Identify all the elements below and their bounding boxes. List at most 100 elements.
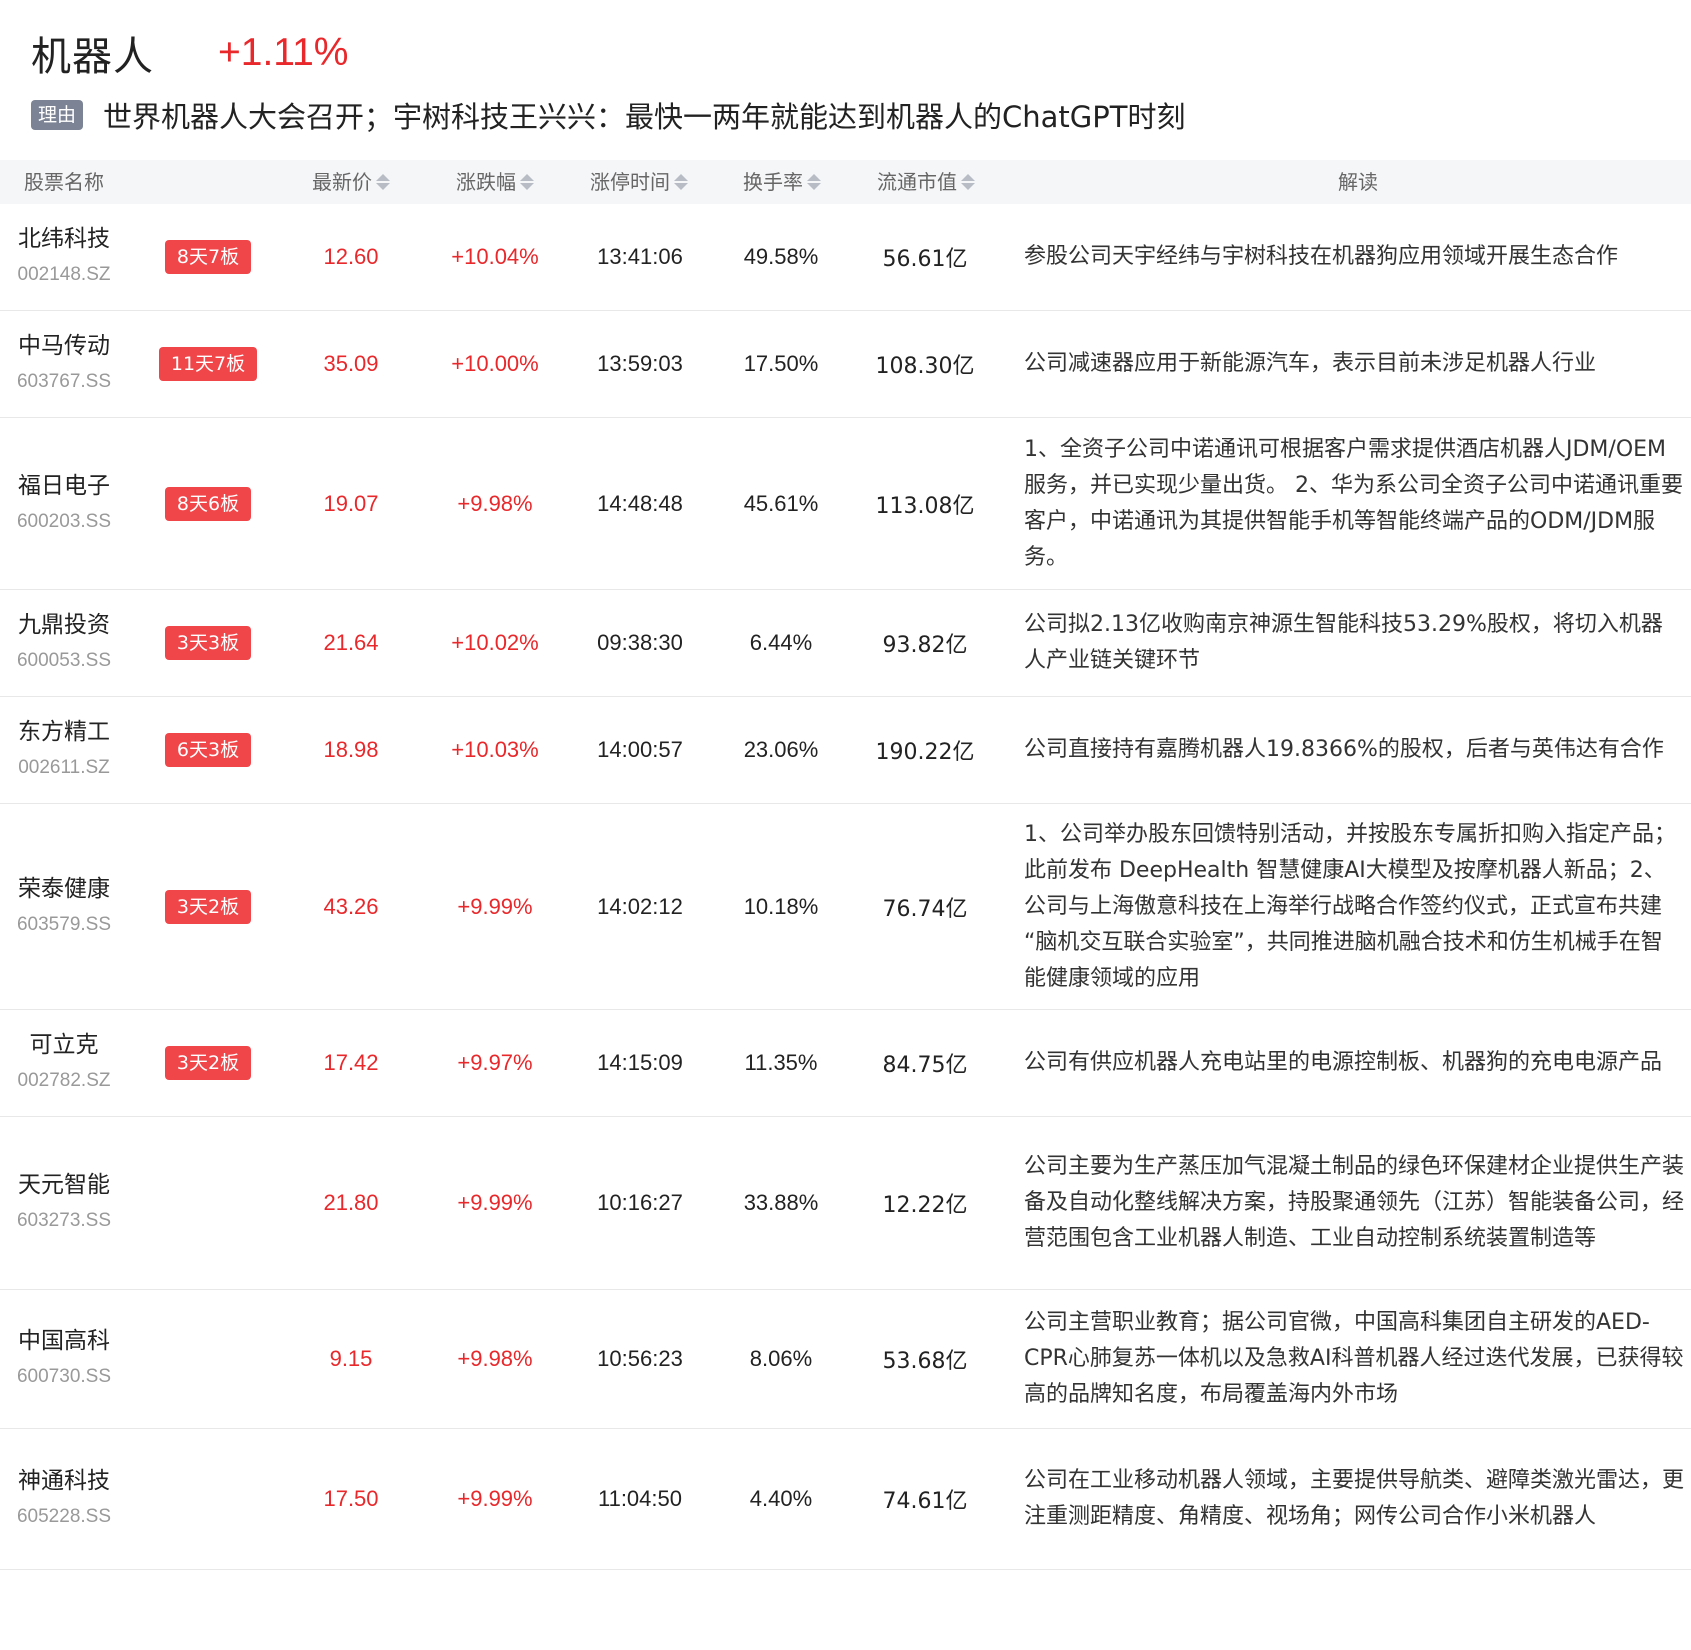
limit-up-time: 11:04:50 (597, 1486, 682, 1511)
turnover-rate: 4.40% (749, 1486, 813, 1511)
stock-reason-text: 公司有供应机器人充电站里的电源控制板、机器狗的充电电源产品 (1024, 1050, 1663, 1075)
board-tag-cell: 8天7板 (148, 204, 268, 310)
col-header-turnover[interactable]: 换手率 (743, 160, 821, 204)
change-percent: +9.98% (457, 490, 533, 516)
change-percent: +9.99% (457, 1486, 533, 1511)
turnover-rate: 33.88% (743, 1190, 819, 1215)
col-header-desc-label: 解读 (1338, 170, 1378, 194)
table-row[interactable]: 神通科技 605228.SS 17.50 +9.99% 11:04:50 4.4… (0, 1429, 1691, 1570)
limit-up-time: 10:16:27 (597, 1190, 683, 1215)
limit-up-time: 14:48:48 (597, 490, 683, 516)
table-row[interactable]: 东方精工 002611.SZ 6天3板 18.98 +10.03% 14:00:… (0, 697, 1691, 804)
stock-name-cell[interactable]: 东方精工 002611.SZ (8, 697, 120, 803)
turnover-rate: 17.50% (743, 351, 819, 376)
stock-name-cell[interactable]: 九鼎投资 600053.SS (8, 590, 120, 696)
stock-name[interactable]: 神通科技 (18, 1466, 110, 1496)
latest-price: 17.50 (323, 1486, 379, 1511)
stock-name-cell[interactable]: 可立克 002782.SZ (8, 1010, 120, 1116)
stock-reason-text: 公司主营职业教育；据公司官微，中国高科集团自主研发的AED-CPR心肺复苏一体机… (1024, 1310, 1684, 1407)
sort-icon[interactable] (674, 174, 688, 190)
float-market-cap: 12.22亿 (882, 1193, 968, 1218)
stock-sector-page: 机器人 +1.11% 理由 世界机器人大会召开；宇树科技王兴兴：最快一两年就能达… (0, 0, 1691, 1650)
float-market-cap: 53.68亿 (882, 1349, 968, 1374)
stock-reason: 公司直接持有嘉腾机器人19.8366%的股权，后者与英伟达有合作 (1024, 697, 1684, 803)
change-percent: +9.99% (457, 893, 533, 919)
stock-code: 603767.SS (16, 371, 112, 392)
change-percent: +9.98% (457, 1346, 533, 1371)
board-tag-cell (148, 1429, 268, 1569)
table-row[interactable]: 可立克 002782.SZ 3天2板 17.42 +9.97% 14:15:09… (0, 1010, 1691, 1117)
stock-reason: 1、公司举办股东回馈特别活动，并按股东专属折扣购入指定产品；此前发布 DeepH… (1024, 804, 1684, 1009)
stock-reason-text: 参股公司天宇经纬与宇树科技在机器狗应用领域开展生态合作 (1024, 244, 1619, 269)
stock-code: 603273.SS (16, 1210, 112, 1231)
col-header-name-label: 股票名称 (24, 170, 104, 194)
stock-reason: 公司在工业移动机器人领域，主要提供导航类、避障类激光雷达，更注重测距精度、角精度… (1024, 1429, 1684, 1569)
stock-name-cell[interactable]: 福日电子 600203.SS (8, 418, 120, 589)
stock-code: 605228.SS (16, 1506, 112, 1527)
stock-code: 600053.SS (16, 650, 112, 671)
table-row[interactable]: 荣泰健康 603579.SS 3天2板 43.26 +9.99% 14:02:1… (0, 804, 1691, 1010)
latest-price: 17.42 (323, 1050, 379, 1075)
stock-reason: 公司主营职业教育；据公司官微，中国高科集团自主研发的AED-CPR心肺复苏一体机… (1024, 1290, 1684, 1428)
latest-price: 21.80 (323, 1190, 379, 1215)
stock-name[interactable]: 中马传动 (18, 331, 110, 361)
board-tag-cell: 3天2板 (148, 1010, 268, 1116)
stock-name-cell[interactable]: 天元智能 603273.SS (8, 1117, 120, 1289)
stock-name-cell[interactable]: 神通科技 605228.SS (8, 1429, 120, 1569)
reason-text: 世界机器人大会召开；宇树科技王兴兴：最快一两年就能达到机器人的ChatGPT时刻 (103, 100, 1186, 134)
float-market-cap: 113.08亿 (875, 493, 975, 519)
table-body: 北纬科技 002148.SZ 8天7板 12.60 +10.04% 13:41:… (0, 204, 1691, 1570)
stock-name[interactable]: 东方精工 (18, 717, 110, 747)
stock-name[interactable]: 荣泰健康 (18, 874, 110, 904)
col-header-limit-time[interactable]: 涨停时间 (590, 160, 688, 204)
stock-name-cell[interactable]: 中国高科 600730.SS (8, 1290, 120, 1428)
col-header-change-label: 涨跌幅 (456, 170, 516, 194)
stock-name[interactable]: 福日电子 (18, 471, 110, 501)
stock-name-cell[interactable]: 中马传动 603767.SS (8, 311, 120, 417)
col-header-change[interactable]: 涨跌幅 (456, 160, 534, 204)
stock-code: 002782.SZ (17, 1070, 111, 1091)
stock-table: 股票名称 最新价 涨跌幅 涨停时间 换手率 流通市值 解读 北纬科技 00214… (0, 160, 1691, 1570)
col-header-price[interactable]: 最新价 (312, 160, 390, 204)
board-tag: 3天2板 (164, 1046, 252, 1080)
turnover-rate: 6.44% (749, 630, 813, 655)
stock-code: 002148.SZ (17, 264, 111, 285)
table-header: 股票名称 最新价 涨跌幅 涨停时间 换手率 流通市值 解读 (0, 160, 1691, 204)
col-header-name: 股票名称 (24, 160, 104, 204)
table-row[interactable]: 中国高科 600730.SS 9.15 +9.98% 10:56:23 8.06… (0, 1290, 1691, 1429)
turnover-rate: 11.35% (744, 1050, 818, 1075)
turnover-rate: 10.18% (743, 893, 819, 919)
stock-name-cell[interactable]: 荣泰健康 603579.SS (8, 804, 120, 1009)
col-header-float-cap[interactable]: 流通市值 (877, 160, 975, 204)
sort-icon[interactable] (520, 174, 534, 190)
stock-name-cell[interactable]: 北纬科技 002148.SZ (8, 204, 120, 310)
table-row[interactable]: 九鼎投资 600053.SS 3天3板 21.64 +10.02% 09:38:… (0, 590, 1691, 697)
stock-reason: 公司减速器应用于新能源汽车，表示目前未涉足机器人行业 (1024, 311, 1684, 417)
board-tag-cell: 3天2板 (148, 804, 268, 1009)
float-market-cap: 93.82亿 (882, 633, 968, 658)
reason-row: 理由 世界机器人大会召开；宇树科技王兴兴：最快一两年就能达到机器人的ChatGP… (31, 94, 1185, 136)
sort-icon[interactable] (807, 174, 821, 190)
col-header-float-cap-label: 流通市值 (877, 170, 957, 194)
stock-reason-text: 1、公司举办股东回馈特别活动，并按股东专属折扣购入指定产品；此前发布 DeepH… (1024, 821, 1676, 991)
col-header-turnover-label: 换手率 (743, 170, 803, 194)
stock-name[interactable]: 北纬科技 (18, 224, 110, 254)
table-row[interactable]: 北纬科技 002148.SZ 8天7板 12.60 +10.04% 13:41:… (0, 204, 1691, 311)
float-market-cap: 84.75亿 (882, 1053, 968, 1078)
sector-change: +1.11% (218, 31, 349, 74)
stock-name[interactable]: 中国高科 (18, 1326, 110, 1356)
col-header-price-label: 最新价 (312, 170, 372, 194)
table-row[interactable]: 中马传动 603767.SS 11天7板 35.09 +10.00% 13:59… (0, 311, 1691, 418)
stock-name[interactable]: 九鼎投资 (18, 610, 110, 640)
stock-name[interactable]: 天元智能 (18, 1170, 110, 1200)
table-row[interactable]: 福日电子 600203.SS 8天6板 19.07 +9.98% 14:48:4… (0, 418, 1691, 590)
sector-name: 机器人 (31, 34, 154, 80)
board-tag-cell (148, 1117, 268, 1289)
turnover-rate: 23.06% (743, 737, 819, 762)
stock-name[interactable]: 可立克 (30, 1030, 99, 1060)
board-tag: 3天2板 (164, 889, 252, 924)
sort-icon[interactable] (961, 174, 975, 190)
table-row[interactable]: 天元智能 603273.SS 21.80 +9.99% 10:16:27 33.… (0, 1117, 1691, 1290)
sort-icon[interactable] (376, 174, 390, 190)
float-market-cap: 190.22亿 (875, 740, 975, 765)
